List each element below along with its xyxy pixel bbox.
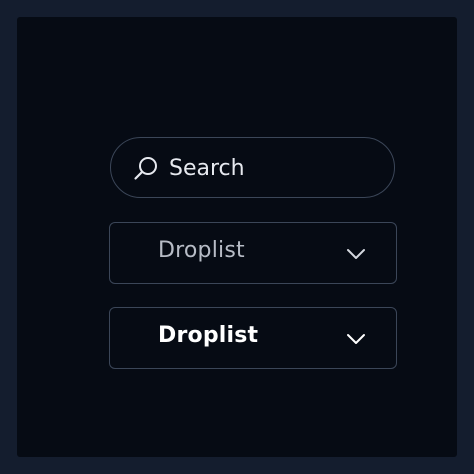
droplist-default[interactable]: Droplist (109, 222, 397, 284)
search-field[interactable] (110, 137, 395, 198)
droplist-label: Droplist (158, 323, 259, 348)
chevron-down-icon (346, 246, 366, 260)
droplist-label: Droplist (158, 238, 245, 263)
search-icon (133, 155, 159, 181)
ui-panel: Droplist Droplist (17, 17, 457, 457)
droplist-active[interactable]: Droplist (109, 307, 397, 369)
chevron-down-icon (346, 331, 366, 345)
search-input[interactable] (169, 150, 369, 186)
